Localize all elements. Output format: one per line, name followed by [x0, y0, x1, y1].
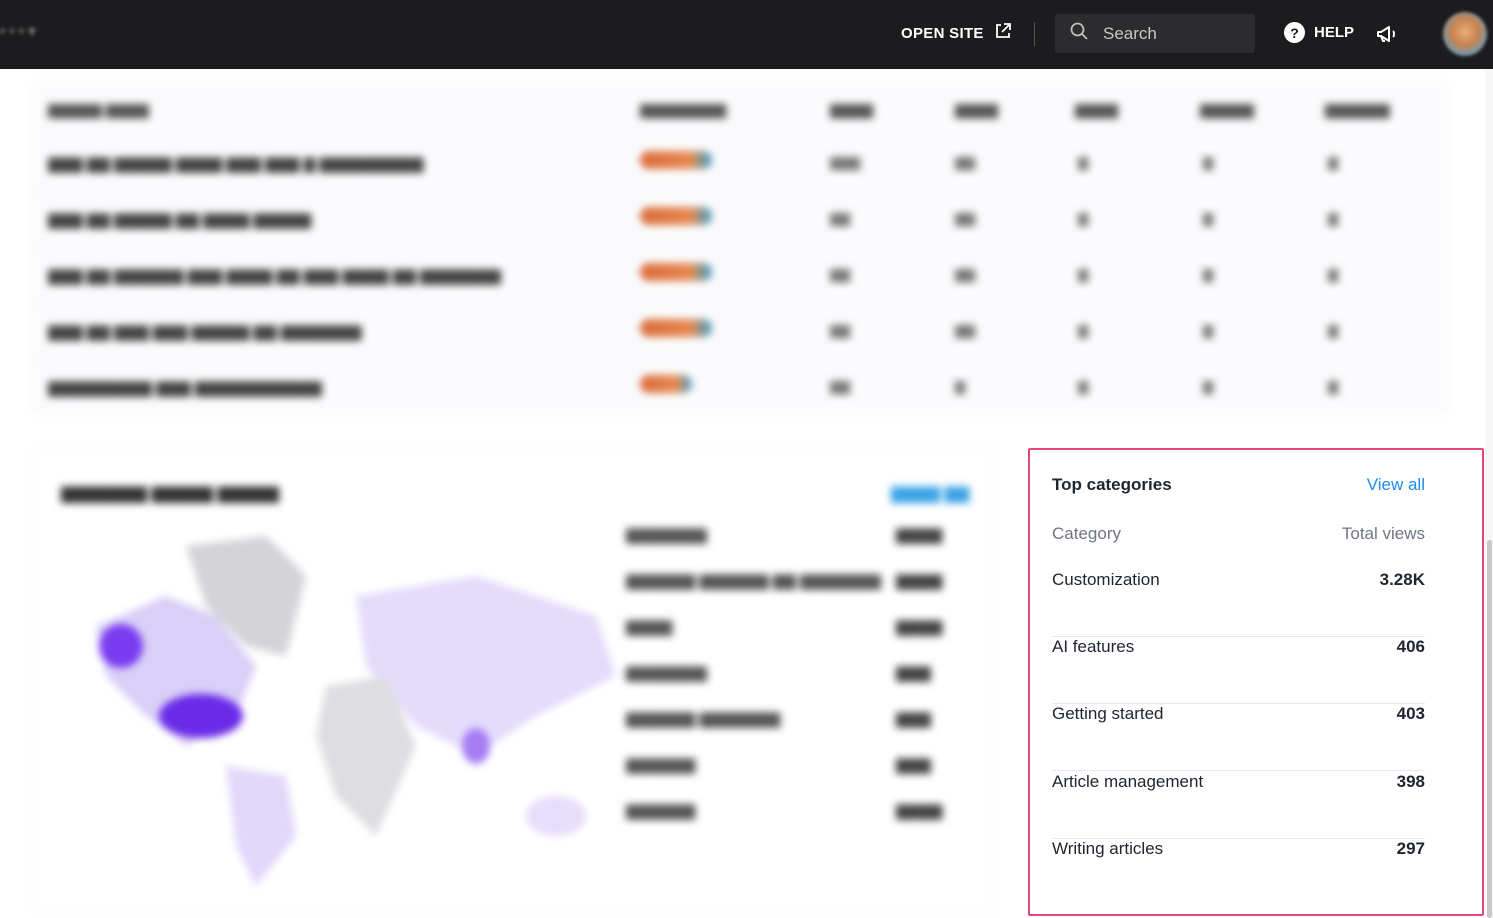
- topbar-divider: [1034, 22, 1035, 46]
- help-label: HELP: [1314, 24, 1355, 41]
- category-name: Article management: [1052, 772, 1204, 791]
- search-icon: [1069, 21, 1089, 46]
- blurred-header: ▇▇▇▇▇: [1200, 102, 1254, 118]
- category-row[interactable]: Customization 3.28K: [1052, 570, 1425, 637]
- search-input[interactable]: [1103, 23, 1243, 44]
- category-views: 398: [1396, 772, 1425, 791]
- blurred-header: ▇▇▇▇: [830, 102, 874, 118]
- help-button[interactable]: ? HELP: [1284, 22, 1354, 43]
- megaphone-icon: [1375, 26, 1399, 50]
- blurred-link: ▇▇▇▇ ▇▇: [891, 486, 970, 503]
- help-icon: ?: [1284, 22, 1305, 43]
- view-all-link[interactable]: View all: [1367, 475, 1425, 495]
- category-views: 403: [1396, 704, 1425, 723]
- blurred-title: ▇▇▇▇▇▇▇ ▇▇▇▇▇ ▇▇▇▇▇: [61, 486, 280, 503]
- blurred-row: ▇▇▇▇▇▇▇▇▇ ▇▇▇ ▇▇▇▇▇▇▇▇▇▇▇ ▇▇ ▇ ▇ ▇ ▇: [30, 359, 1440, 415]
- category-name: Writing articles: [1052, 839, 1164, 858]
- page-scrollbar-thumb[interactable]: [1487, 540, 1492, 918]
- blurred-header: ▇▇▇▇: [955, 102, 999, 118]
- blurred-row: ▇▇▇ ▇▇ ▇▇▇ ▇▇▇ ▇▇▇▇▇ ▇▇ ▇▇▇▇▇▇▇ ▇▇ ▇▇ ▇ ▇ ▇: [30, 303, 1440, 359]
- open-site-label: OPEN SITE: [901, 24, 984, 42]
- articles-table-blurred: ▇▇▇▇▇ ▇▇▇▇ ▇▇▇▇▇▇▇▇ ▇▇▇▇ ▇▇▇▇ ▇▇▇▇ ▇▇▇▇▇…: [30, 80, 1450, 415]
- top-navigation-bar: • • • ▾ OPEN SITE ? HELP: [0, 0, 1493, 69]
- category-name: Getting started: [1052, 704, 1164, 723]
- category-name: AI features: [1052, 637, 1135, 656]
- blurred-row: ▇▇▇ ▇▇ ▇▇▇▇▇ ▇▇▇▇ ▇▇▇ ▇▇▇ ▇ ▇▇▇▇▇▇▇▇▇ ▇▇…: [30, 135, 1440, 191]
- category-views: 3.28K: [1379, 570, 1425, 589]
- announcements-button[interactable]: [1375, 22, 1399, 51]
- user-avatar[interactable]: [1443, 12, 1487, 56]
- category-row[interactable]: AI features 406: [1052, 637, 1425, 704]
- category-name: Customization: [1052, 570, 1160, 589]
- location-views-blurred: ▇▇▇▇▇▇▇ ▇▇▇▇▇ ▇▇▇▇▇ ▇▇▇▇ ▇▇ ▇▇▇▇▇▇▇ ▇▇▇▇…: [35, 445, 995, 915]
- blurred-header: ▇▇▇▇▇▇▇▇: [640, 102, 727, 118]
- open-site-button[interactable]: OPEN SITE: [901, 22, 1012, 44]
- project-switcher[interactable]: • • • ▾: [0, 22, 36, 40]
- blurred-header: ▇▇▇▇▇▇: [1325, 102, 1390, 118]
- category-views: 406: [1396, 637, 1425, 656]
- blurred-row: ▇▇▇ ▇▇ ▇▇▇▇▇ ▇▇ ▇▇▇▇ ▇▇▇▇▇ ▇▇ ▇▇ ▇ ▇ ▇: [30, 191, 1440, 247]
- blurred-header: ▇▇▇▇: [1075, 102, 1119, 118]
- total-views-column-header: Total views: [1341, 524, 1425, 543]
- category-row[interactable]: Writing articles 297: [1052, 839, 1425, 906]
- category-row[interactable]: Article management 398: [1052, 772, 1425, 839]
- blurred-header: ▇▇▇▇▇ ▇▇▇▇: [48, 102, 149, 118]
- world-map-blurred: [96, 536, 616, 886]
- blurred-row: ▇▇▇ ▇▇ ▇▇▇▇▇▇ ▇▇▇ ▇▇▇▇ ▇▇ ▇▇▇ ▇▇▇▇ ▇▇ ▇▇…: [30, 247, 1440, 303]
- top-categories-title: Top categories: [1052, 475, 1172, 494]
- category-column-header: Category: [1052, 524, 1121, 543]
- search-box[interactable]: [1055, 14, 1255, 53]
- category-views: 297: [1396, 839, 1425, 858]
- category-row[interactable]: Getting started 403: [1052, 704, 1425, 771]
- external-link-icon: [994, 22, 1012, 44]
- top-categories-card: Top categories View all Category Total v…: [1028, 448, 1484, 916]
